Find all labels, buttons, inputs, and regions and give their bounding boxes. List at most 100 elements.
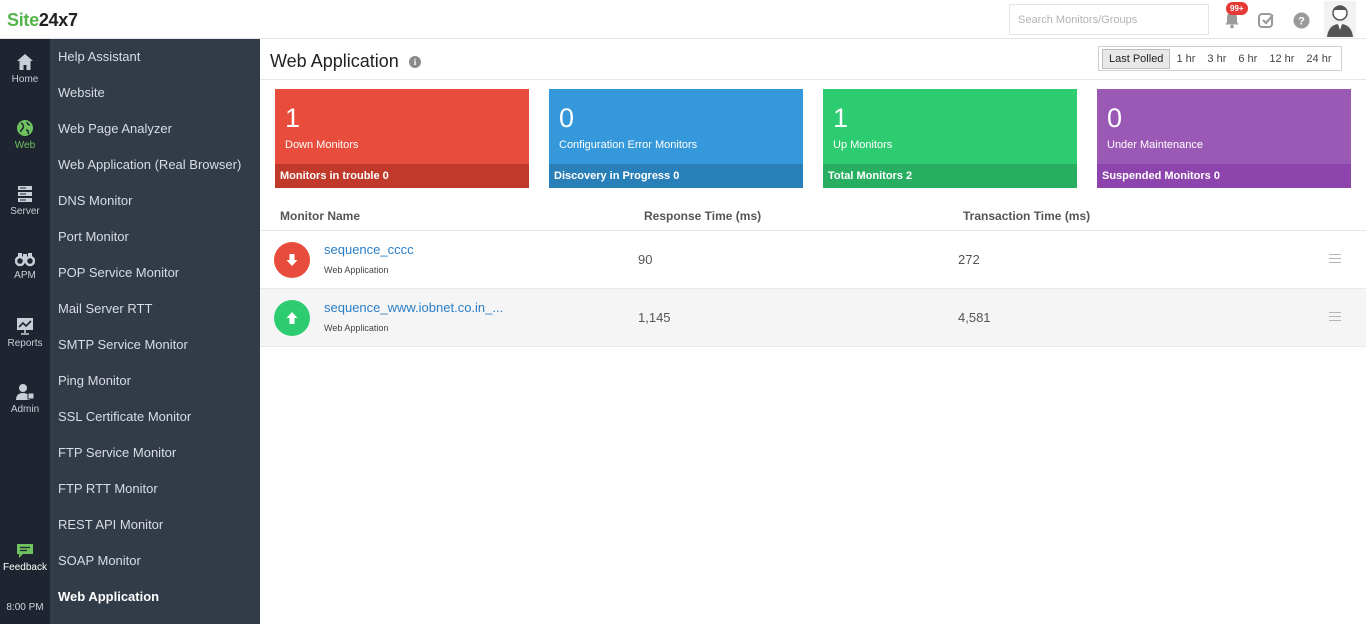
logo-text-24x7: 24x7 — [38, 10, 78, 30]
sidebar-item-help-assistant[interactable]: Help Assistant — [58, 49, 140, 64]
page-title: Web Application — [270, 51, 399, 71]
card-footer[interactable]: Monitors in trouble 0 — [275, 164, 529, 188]
card-footer[interactable]: Suspended Monitors 0 — [1097, 164, 1351, 188]
icon-rail: Home Web Server APM Reports Admin Feedba… — [0, 39, 50, 624]
rail-item-reports[interactable]: Reports — [0, 317, 50, 377]
sidebar-item-ssl-certificate-monitor[interactable]: SSL Certificate Monitor — [58, 409, 191, 424]
card-footer[interactable]: Discovery in Progress 0 — [549, 164, 803, 188]
rail-label-apm: APM — [14, 270, 36, 281]
sidebar-item-port-monitor[interactable]: Port Monitor — [58, 229, 129, 244]
sidebar-item-soap-monitor[interactable]: SOAP Monitor — [58, 553, 141, 568]
sidebar-item-ftp-service-monitor[interactable]: FTP Service Monitor — [58, 445, 176, 460]
range-option-12hr[interactable]: 12 hr — [1263, 50, 1300, 68]
card-count: 1 — [833, 103, 849, 133]
card-footer-label: Total Monitors — [828, 170, 903, 182]
card-label: Up Monitors — [833, 139, 893, 151]
range-option-3hr[interactable]: 3 hr — [1201, 50, 1232, 68]
sidebar-item-dns-monitor[interactable]: DNS Monitor — [58, 193, 132, 208]
sidebar-item-ping-monitor[interactable]: Ping Monitor — [58, 373, 131, 388]
help-icon[interactable]: ? — [1291, 10, 1311, 30]
rail-item-apm[interactable]: APM — [0, 251, 50, 311]
search-input[interactable] — [1009, 4, 1209, 35]
column-header-response-time[interactable]: Response Time (ms) — [644, 209, 761, 223]
card-count: 0 — [559, 103, 575, 133]
card-footer-label: Suspended Monitors — [1102, 170, 1211, 182]
range-option-6hr[interactable]: 6 hr — [1232, 50, 1263, 68]
binoculars-icon — [15, 253, 35, 267]
rail-item-admin[interactable]: Admin — [0, 383, 50, 443]
home-icon — [17, 54, 33, 70]
row-menu-icon[interactable] — [1329, 312, 1341, 322]
monitor-type: Web Application — [324, 265, 389, 275]
config-error-monitors-card[interactable]: 0 Configuration Error Monitors Discovery… — [549, 89, 803, 188]
column-header-monitor-name[interactable]: Monitor Name — [280, 209, 360, 223]
rail-label-home: Home — [11, 74, 39, 85]
sidebar-item-web-application[interactable]: Web Application — [58, 589, 159, 604]
sidebar-item-ftp-rtt-monitor[interactable]: FTP RTT Monitor — [58, 481, 158, 496]
row-menu-icon[interactable] — [1329, 254, 1341, 264]
under-maintenance-card[interactable]: 0 Under Maintenance Suspended Monitors 0 — [1097, 89, 1351, 188]
card-label: Down Monitors — [285, 139, 359, 151]
chart-icon — [17, 318, 33, 335]
range-option-1hr[interactable]: 1 hr — [1170, 50, 1201, 68]
card-footer-label: Discovery in Progress — [554, 170, 671, 182]
sidebar-item-pop-service-monitor[interactable]: POP Service Monitor — [58, 265, 179, 280]
notification-badge: 99+ — [1226, 2, 1248, 15]
info-icon[interactable]: i — [409, 56, 421, 68]
logo-text-site: Site — [7, 10, 39, 30]
card-footer-count: 0 — [673, 170, 680, 182]
card-footer-label: Monitors in trouble — [280, 170, 380, 182]
response-time-value: 1,145 — [638, 310, 671, 325]
card-count: 0 — [1107, 103, 1123, 133]
sidebar-item-mail-server-rtt[interactable]: Mail Server RTT — [58, 301, 152, 316]
up-monitors-card[interactable]: 1 Up Monitors Total Monitors 2 — [823, 89, 1077, 188]
rail-label-admin: Admin — [10, 404, 40, 415]
range-option-last-polled[interactable]: Last Polled — [1102, 48, 1171, 69]
card-footer-count: 2 — [906, 170, 913, 182]
table-row[interactable]: sequence_www.iobnet.co.in_... Web Applic… — [260, 289, 1366, 347]
sidebar-item-web-page-analyzer[interactable]: Web Page Analyzer — [58, 121, 172, 136]
feedback-icon — [17, 544, 33, 558]
monitor-name-link[interactable]: sequence_cccc — [324, 242, 414, 257]
card-footer-count: 0 — [1213, 170, 1220, 182]
card-footer-count: 0 — [382, 170, 389, 182]
user-avatar[interactable] — [1324, 1, 1356, 37]
monitor-name-link[interactable]: sequence_www.iobnet.co.in_... — [324, 300, 503, 315]
site24x7-logo[interactable]: Site24x7 — [7, 10, 78, 31]
rail-label-server: Server — [10, 206, 40, 217]
table-row[interactable]: sequence_cccc Web Application 90 272 — [260, 231, 1366, 289]
rail-item-server[interactable]: Server — [0, 185, 50, 245]
rail-item-home[interactable]: Home — [0, 53, 50, 113]
transaction-time-value: 4,581 — [958, 310, 991, 325]
server-icon — [18, 186, 32, 202]
status-down-icon — [274, 242, 310, 278]
rail-label-web: Web — [14, 140, 36, 151]
response-time-value: 90 — [638, 252, 653, 267]
tasks-check-icon[interactable] — [1256, 10, 1276, 30]
rail-label-feedback: Feedback — [3, 562, 47, 573]
sidebar-item-web-application-real-browser[interactable]: Web Application (Real Browser) — [58, 157, 241, 172]
sidebar-item-rest-api-monitor[interactable]: REST API Monitor — [58, 517, 163, 532]
status-up-icon — [274, 300, 310, 336]
header-divider — [260, 79, 1366, 80]
rail-item-feedback[interactable]: Feedback — [0, 543, 50, 603]
down-monitors-card[interactable]: 1 Down Monitors Monitors in trouble 0 — [275, 89, 529, 188]
main-content: Web Application i Last Polled 1 hr 3 hr … — [260, 39, 1366, 624]
sidebar-item-smtp-service-monitor[interactable]: SMTP Service Monitor — [58, 337, 188, 352]
web-monitors-sidebar: Help Assistant Website Web Page Analyzer… — [50, 39, 260, 624]
rail-label-reports: Reports — [7, 338, 43, 349]
column-header-transaction-time[interactable]: Transaction Time (ms) — [963, 209, 1090, 223]
range-option-24hr[interactable]: 24 hr — [1300, 50, 1337, 68]
svg-text:?: ? — [1298, 15, 1305, 27]
top-bar: Site24x7 99+ ? — [0, 0, 1366, 39]
monitor-type: Web Application — [324, 323, 389, 333]
card-label: Under Maintenance — [1107, 139, 1204, 151]
card-label: Configuration Error Monitors — [559, 139, 698, 151]
card-footer[interactable]: Total Monitors 2 — [823, 164, 1077, 188]
transaction-time-value: 272 — [958, 252, 980, 267]
globe-icon — [17, 120, 33, 136]
sidebar-item-website[interactable]: Website — [58, 85, 105, 100]
time-range-selector: Last Polled 1 hr 3 hr 6 hr 12 hr 24 hr — [1098, 46, 1342, 71]
rail-item-web[interactable]: Web — [0, 119, 50, 179]
admin-icon — [16, 384, 35, 400]
